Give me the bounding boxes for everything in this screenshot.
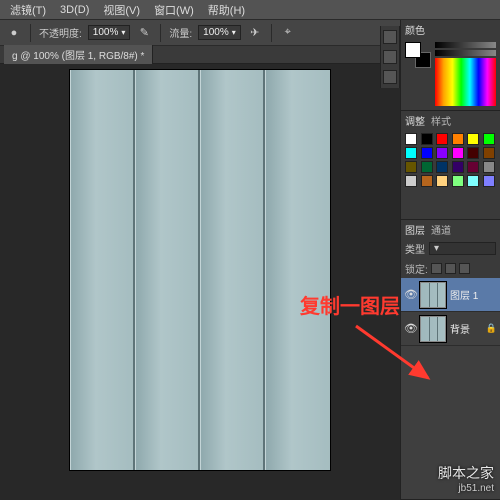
menu-help[interactable]: 帮助(H) [202, 0, 251, 20]
menu-window[interactable]: 窗口(W) [148, 0, 200, 20]
kind-combo[interactable]: ▾ [429, 242, 496, 255]
dock-icon[interactable] [383, 70, 397, 84]
layer-row[interactable]: 👁 背景 🔒 [401, 312, 500, 346]
channels-tab[interactable]: 通道 [431, 222, 451, 237]
menu-3d[interactable]: 3D(D) [54, 2, 95, 18]
separator [30, 24, 31, 42]
color-ramp[interactable] [435, 58, 496, 106]
lock-icon: 🔒 [486, 323, 497, 334]
swatch[interactable] [405, 161, 417, 173]
layer-thumbnail[interactable] [420, 316, 446, 342]
swatch[interactable] [421, 147, 433, 159]
color-panel: 颜色 [401, 20, 500, 111]
layer-name[interactable]: 图层 1 [450, 287, 478, 302]
image-content [200, 70, 265, 470]
swatch[interactable] [421, 161, 433, 173]
swatch[interactable] [483, 161, 495, 173]
swatch[interactable] [452, 133, 464, 145]
swatch[interactable] [452, 147, 464, 159]
swatch[interactable] [483, 175, 495, 187]
visibility-eye-icon[interactable]: 👁 [404, 323, 416, 335]
image-content [265, 70, 330, 470]
canvas[interactable] [70, 70, 330, 470]
color-sliders [435, 42, 496, 106]
opacity-label: 不透明度: [39, 25, 82, 40]
styles-tab[interactable]: 样式 [431, 113, 451, 128]
separator [160, 24, 161, 42]
separator [271, 24, 272, 42]
flow-combo[interactable]: 100% [198, 25, 241, 40]
swatch[interactable] [405, 147, 417, 159]
lock-row: 锁定: [401, 259, 500, 278]
swatch[interactable] [483, 147, 495, 159]
swatch[interactable] [436, 147, 448, 159]
watermark: 脚本之家 jb51.net [438, 463, 494, 494]
color-tab[interactable]: 颜色 [405, 22, 425, 37]
pressure-size-icon[interactable]: ⌖ [280, 25, 296, 41]
layer-row[interactable]: 👁 图层 1 [401, 278, 500, 312]
swatch[interactable] [421, 175, 433, 187]
brush-preset-icon[interactable]: ● [6, 25, 22, 41]
swatch[interactable] [436, 161, 448, 173]
image-content [135, 70, 200, 470]
foreground-background-swatch[interactable] [405, 42, 431, 68]
visibility-eye-icon[interactable]: 👁 [404, 289, 416, 301]
menu-filter[interactable]: 滤镜(T) [4, 0, 52, 20]
slider[interactable] [435, 50, 496, 56]
menu-view[interactable]: 视图(V) [97, 0, 146, 20]
dock-icon[interactable] [383, 50, 397, 64]
swatch[interactable] [405, 133, 417, 145]
menu-bar: 滤镜(T) 3D(D) 视图(V) 窗口(W) 帮助(H) [0, 0, 500, 20]
swatch[interactable] [467, 147, 479, 159]
layer-filter-row: 类型 ▾ [401, 238, 500, 259]
watermark-line1: 脚本之家 [438, 465, 494, 481]
swatch[interactable] [483, 133, 495, 145]
layers-tab[interactable]: 图层 [405, 222, 425, 237]
swatch[interactable] [421, 133, 433, 145]
swatch[interactable] [405, 175, 417, 187]
swatch[interactable] [467, 175, 479, 187]
pressure-opacity-icon[interactable]: ✎ [136, 25, 152, 41]
kind-label: 类型 [405, 241, 425, 256]
canvas-stage [0, 64, 400, 500]
color-panel-header: 颜色 [401, 20, 500, 38]
lock-label: 锁定: [405, 261, 428, 276]
collapsed-panel-dock [380, 26, 400, 88]
swatch[interactable] [467, 161, 479, 173]
airbrush-icon[interactable]: ✈ [247, 25, 263, 41]
swatch[interactable] [436, 133, 448, 145]
swatch[interactable] [436, 175, 448, 187]
lock-all-icon[interactable] [459, 263, 470, 274]
slider[interactable] [435, 42, 496, 48]
layers-panel: 图层 通道 类型 ▾ 锁定: 👁 图层 1 👁 背景 🔒 [401, 220, 500, 500]
layer-thumbnail[interactable] [420, 282, 446, 308]
lock-position-icon[interactable] [445, 263, 456, 274]
document-tab[interactable]: g @ 100% (图层 1, RGB/8#) * [4, 45, 153, 64]
adjustments-tab[interactable]: 调整 [405, 113, 425, 128]
foreground-color[interactable] [405, 42, 421, 58]
dock-icon[interactable] [383, 30, 397, 44]
flow-label: 流量: [169, 25, 192, 40]
swatches-panel-header: 调整 样式 [401, 111, 500, 129]
panels-column: 颜色 调整 样式 图层 通道 类型 ▾ [400, 20, 500, 500]
layer-name[interactable]: 背景 [450, 321, 470, 336]
swatch[interactable] [452, 175, 464, 187]
swatches-panel: 调整 样式 [401, 111, 500, 220]
swatch[interactable] [452, 161, 464, 173]
image-content [70, 70, 135, 470]
lock-pixels-icon[interactable] [431, 263, 442, 274]
layers-panel-header: 图层 通道 [401, 220, 500, 238]
watermark-line2: jb51.net [438, 483, 494, 494]
swatch[interactable] [467, 133, 479, 145]
opacity-combo[interactable]: 100% [88, 25, 131, 40]
